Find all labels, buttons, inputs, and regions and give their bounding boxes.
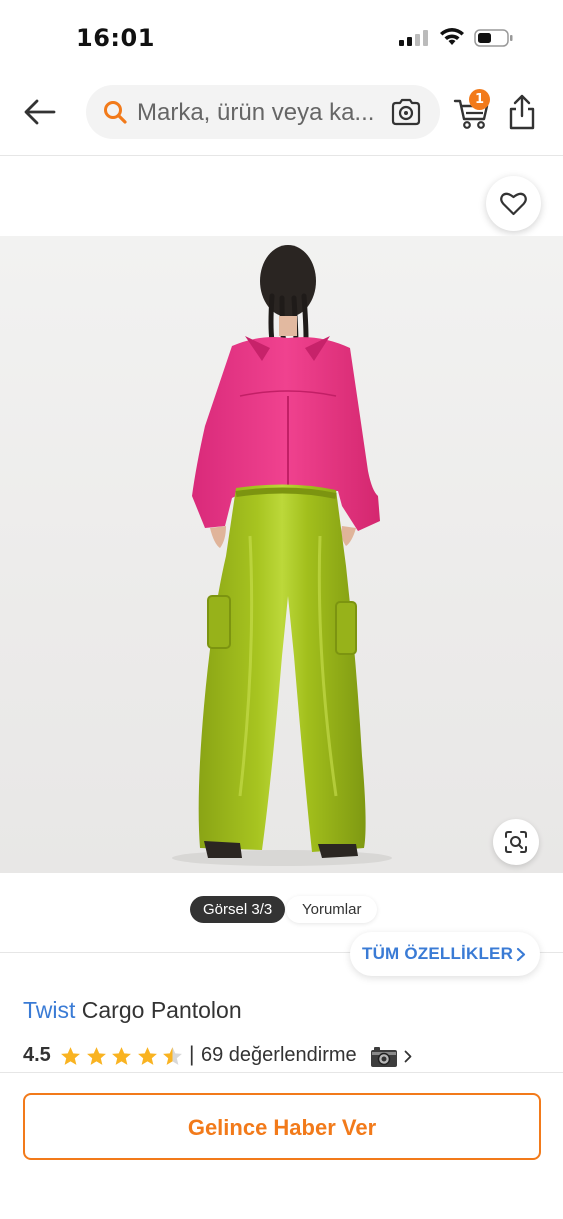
product-image[interactable] bbox=[0, 236, 563, 873]
rating-count: 69 değerlendirme bbox=[201, 1044, 357, 1066]
product-title: Twist Cargo Pantolon bbox=[23, 997, 242, 1024]
star-icon bbox=[86, 1047, 106, 1065]
rating-value: 4.5 bbox=[23, 1044, 51, 1066]
photo-camera-icon bbox=[371, 1047, 397, 1067]
heart-icon bbox=[500, 192, 527, 216]
all-features-label: TÜM ÖZELLİKLER bbox=[362, 944, 514, 963]
all-features-button[interactable]: TÜM ÖZELLİKLER bbox=[350, 932, 540, 976]
star-icon bbox=[112, 1047, 131, 1065]
star-icon bbox=[137, 1047, 157, 1065]
tab-images[interactable]: Görsel 3/3 bbox=[190, 896, 286, 923]
chevron-right-icon bbox=[516, 947, 526, 962]
search-input-placeholder[interactable]: Marka, ürün veya ka... bbox=[137, 99, 387, 127]
star-icon bbox=[163, 1047, 182, 1065]
chevron-right-icon bbox=[404, 1050, 412, 1063]
tab-reviews[interactable]: Yorumlar bbox=[286, 896, 378, 923]
status-bar: 16:01 bbox=[0, 0, 563, 76]
top-navigation-bar: Marka, ürün veya ka... 1 bbox=[0, 76, 563, 156]
visual-search-button[interactable] bbox=[493, 819, 539, 865]
star-icon bbox=[61, 1047, 80, 1065]
status-time: 16:01 bbox=[76, 24, 155, 52]
notify-when-available-button[interactable]: Gelince Haber Ver bbox=[23, 1093, 541, 1160]
share-icon[interactable] bbox=[504, 92, 540, 132]
cart-count-badge: 1 bbox=[469, 89, 490, 110]
wifi-icon bbox=[440, 28, 464, 45]
search-bar[interactable]: Marka, ürün veya ka... bbox=[86, 85, 440, 139]
rating-summary[interactable]: 4.5 | 69 değerlendirme bbox=[23, 1043, 423, 1071]
camera-icon[interactable] bbox=[390, 97, 422, 127]
search-icon bbox=[104, 101, 127, 124]
star-rating bbox=[60, 1046, 185, 1068]
cellular-signal-icon bbox=[399, 30, 429, 46]
battery-icon bbox=[474, 29, 513, 47]
divider bbox=[0, 1072, 563, 1073]
favorite-button[interactable] bbox=[486, 176, 541, 231]
notify-button-label: Gelince Haber Ver bbox=[187, 1115, 377, 1140]
product-name: Cargo Pantolon bbox=[81, 997, 242, 1023]
product-photo bbox=[172, 245, 392, 866]
back-arrow-icon[interactable] bbox=[20, 92, 60, 132]
brand-link[interactable]: Twist bbox=[23, 997, 75, 1023]
rating-separator: | bbox=[189, 1043, 195, 1066]
visual-search-icon bbox=[505, 831, 527, 853]
